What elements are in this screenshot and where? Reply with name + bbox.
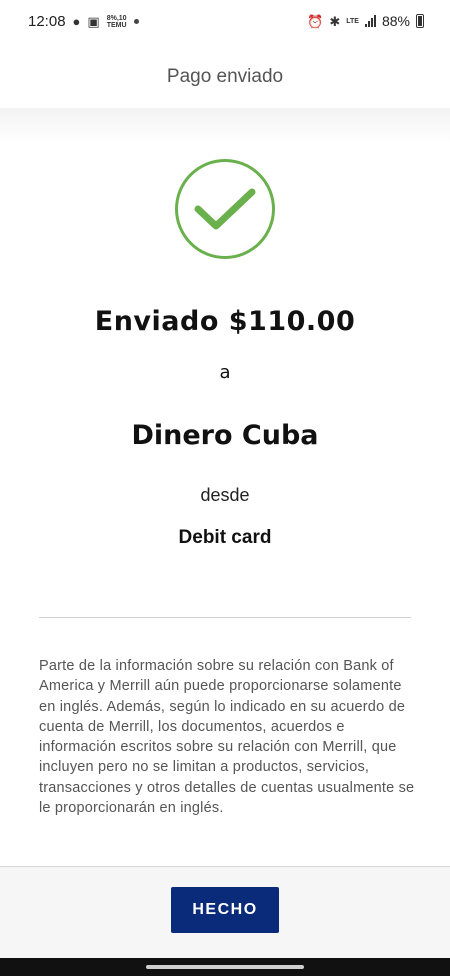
battery-percent: 88% — [381, 13, 410, 29]
connector-from: desde — [200, 485, 250, 505]
temu-label: TEMU — [106, 21, 127, 29]
header-shadow — [0, 108, 450, 144]
status-bar: 12:08 ● ▣ 8%,10 TEMU ⏰ ✱ LTE 88% — [0, 0, 450, 46]
alarm-icon: ⏰ — [307, 13, 324, 29]
bluetooth-icon: ✱ — [329, 13, 341, 29]
app-header: Pago enviado — [0, 46, 450, 108]
source-account: Debit card — [178, 527, 272, 548]
battery-icon — [416, 14, 424, 28]
status-time: 12:08 — [28, 13, 66, 30]
done-button[interactable]: HECHO — [171, 887, 279, 933]
recipient-name: Dinero Cuba — [131, 420, 319, 451]
notification-dot-icon — [133, 19, 139, 24]
lte-icon: LTE — [346, 17, 359, 25]
status-bar-right: ⏰ ✱ LTE 88% — [307, 13, 424, 29]
success-check-icon — [175, 159, 275, 259]
system-nav-bar — [0, 958, 450, 976]
sent-amount: Enviado $110.00 — [94, 306, 356, 337]
gallery-icon: ▣ — [87, 14, 100, 29]
temu-notification-icon: 8%,10 TEMU — [107, 15, 127, 29]
home-indicator[interactable] — [146, 965, 304, 969]
language-disclaimer: Parte de la información sobre su relació… — [39, 658, 415, 817]
page-title: Pago enviado — [166, 66, 284, 87]
chat-bubble-icon: ● — [72, 14, 81, 29]
signal-icon — [364, 15, 376, 27]
footer: HECHO — [0, 866, 450, 958]
checkmark-icon — [194, 188, 256, 230]
connector-to: a — [219, 362, 231, 383]
temu-discount-text: 8%,10 — [106, 14, 127, 22]
status-bar-left: 12:08 ● ▣ 8%,10 TEMU — [28, 13, 139, 30]
divider — [39, 617, 411, 618]
